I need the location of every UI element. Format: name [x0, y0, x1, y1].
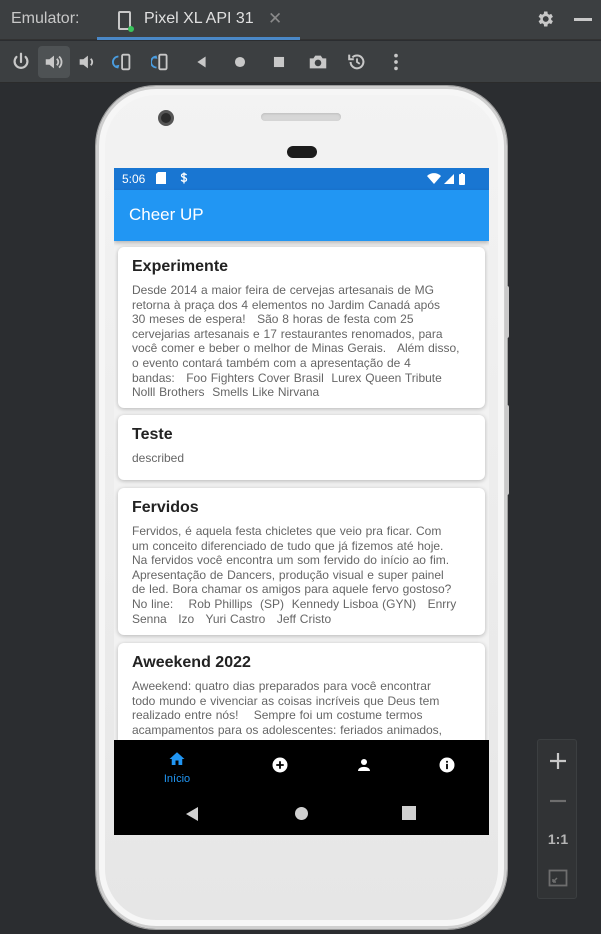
gear-icon[interactable]: [535, 9, 555, 29]
event-title: Experimente: [132, 258, 229, 275]
nav-home[interactable]: Início: [147, 750, 207, 785]
add-circle-icon: [272, 757, 288, 773]
event-title: Aweekend 2022: [132, 654, 251, 671]
event-card[interactable]: Experimente Desde 2014 a maior feira de …: [118, 247, 485, 408]
status-time: 5:06: [122, 172, 146, 186]
phone-volume-button: [505, 405, 509, 495]
device-tab-title: Pixel XL API 31: [144, 10, 254, 27]
zoom-one-to-one-button[interactable]: 1:1: [538, 820, 578, 858]
app-title: Cheer UP: [129, 205, 204, 224]
emulator-title-bar: Emulator: Pixel XL API 31 ✕: [0, 0, 601, 40]
status-icons: [427, 173, 465, 185]
minimize-icon[interactable]: [574, 18, 592, 21]
home-icon: [169, 752, 185, 765]
event-list[interactable]: Experimente Desde 2014 a maior feira de …: [114, 241, 489, 740]
camera-icon[interactable]: [302, 46, 334, 78]
front-camera: [158, 110, 174, 126]
phone-side-button: [505, 286, 509, 338]
dollar-icon: [181, 172, 188, 184]
person-icon: [358, 759, 370, 771]
nav-home-label: Início: [163, 773, 191, 785]
phone-earpiece: [287, 146, 317, 158]
app-bar: Cheer UP: [114, 190, 489, 241]
nav-add[interactable]: [250, 756, 310, 778]
power-icon[interactable]: [5, 46, 37, 78]
event-card[interactable]: Fervidos Fervidos, é aquela festa chicle…: [118, 488, 485, 635]
back-icon[interactable]: [185, 46, 217, 78]
more-icon[interactable]: [380, 46, 412, 78]
emulator-toolbar: [0, 41, 601, 83]
device-screen: 5:06 Cheer UP Experimente Desde 2014 a m…: [114, 168, 489, 835]
event-card[interactable]: Teste described: [118, 415, 485, 480]
battery-icon: [459, 174, 465, 185]
tab-close-icon[interactable]: ✕: [268, 9, 282, 29]
status-bar: 5:06: [114, 168, 489, 190]
event-description: Fervidos, é aquela festa chicletes que v…: [132, 524, 457, 626]
signal-icon: [444, 174, 454, 184]
event-description: Aweekend: quatro dias preparados para vo…: [132, 679, 443, 737]
zoom-panel: 1:1: [537, 739, 577, 899]
overview-icon[interactable]: [263, 46, 295, 78]
zoom-fit-icon[interactable]: [538, 859, 578, 897]
event-description: Desde 2014 a maior feira de cervejas art…: [132, 283, 460, 400]
rotate-left-icon[interactable]: [107, 46, 139, 78]
volume-down-icon[interactable]: [71, 46, 103, 78]
nav-info[interactable]: [417, 756, 477, 778]
emulator-label: Emulator:: [11, 10, 80, 27]
event-title: Fervidos: [132, 499, 199, 516]
sd-card-icon: [156, 172, 166, 184]
system-home-icon[interactable]: [294, 806, 309, 821]
phone-top-speaker: [261, 113, 341, 121]
device-tab[interactable]: Pixel XL API 31 ✕: [97, 0, 300, 40]
nav-profile[interactable]: [334, 756, 394, 778]
zoom-out-icon[interactable]: [538, 782, 578, 820]
device-icon: [118, 11, 134, 32]
home-icon[interactable]: [224, 46, 256, 78]
system-back-icon[interactable]: [185, 806, 199, 822]
volume-up-icon[interactable]: [38, 46, 70, 78]
bottom-navigation: Início: [114, 740, 489, 792]
system-overview-icon[interactable]: [402, 806, 416, 820]
event-card[interactable]: Aweekend 2022 Aweekend: quatro dias prep…: [118, 643, 485, 740]
event-title: Teste: [132, 426, 173, 443]
wifi-icon: [427, 173, 441, 184]
tab-active-indicator: [97, 37, 300, 40]
zoom-in-icon[interactable]: [538, 742, 578, 780]
rotate-right-icon[interactable]: [146, 46, 178, 78]
notification-icons: [156, 172, 189, 186]
info-icon: [439, 757, 455, 773]
snapshot-icon[interactable]: [341, 46, 373, 78]
event-description: described: [132, 451, 185, 465]
system-navigation-bar: [114, 792, 489, 835]
